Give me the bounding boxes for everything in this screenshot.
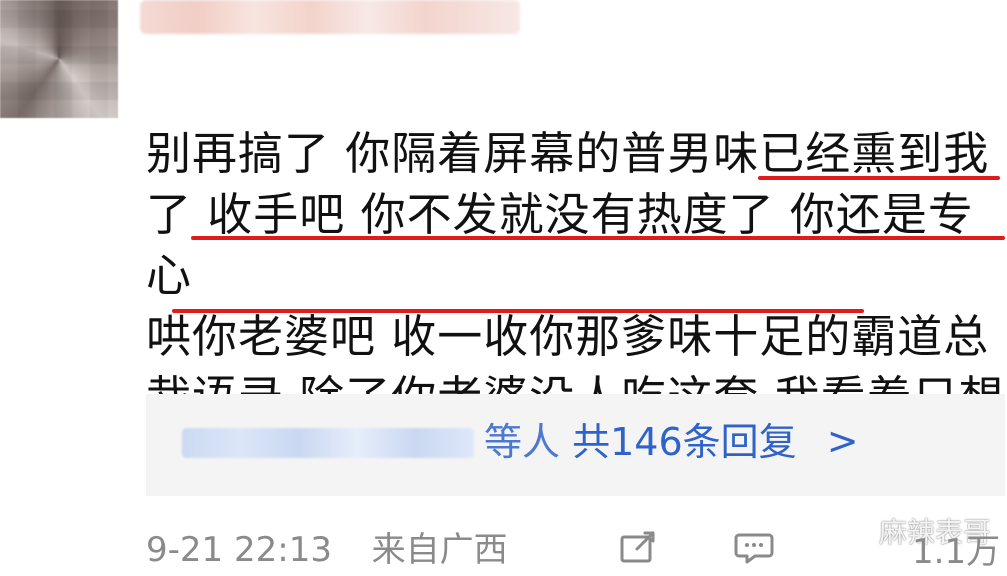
wechat-icon bbox=[833, 523, 862, 542]
source-location: 来自广西 bbox=[371, 530, 508, 570]
reply-suffix: 等人 bbox=[484, 420, 561, 464]
timestamp: 9-21 22:13 bbox=[146, 530, 332, 570]
comment-button[interactable] bbox=[732, 528, 776, 568]
share-button[interactable] bbox=[616, 528, 660, 568]
reply-summary[interactable]: 等人 共146条回复 > bbox=[146, 394, 1005, 496]
chevron-right-icon: > bbox=[826, 419, 859, 463]
reply-link[interactable]: 等人 共146条回复 > bbox=[484, 417, 859, 467]
highlight-underline-1 bbox=[758, 176, 1000, 180]
username-blurred[interactable] bbox=[140, 0, 520, 34]
highlight-underline-3 bbox=[172, 309, 864, 313]
like-count: 1.1万 bbox=[912, 532, 1001, 572]
reply-user-blurred bbox=[182, 428, 474, 458]
share-icon bbox=[620, 531, 655, 563]
reply-count: 共146条回复 bbox=[572, 420, 797, 464]
avatar[interactable] bbox=[0, 0, 118, 118]
highlight-underline-2 bbox=[191, 236, 1005, 240]
comment-icon bbox=[734, 533, 774, 564]
